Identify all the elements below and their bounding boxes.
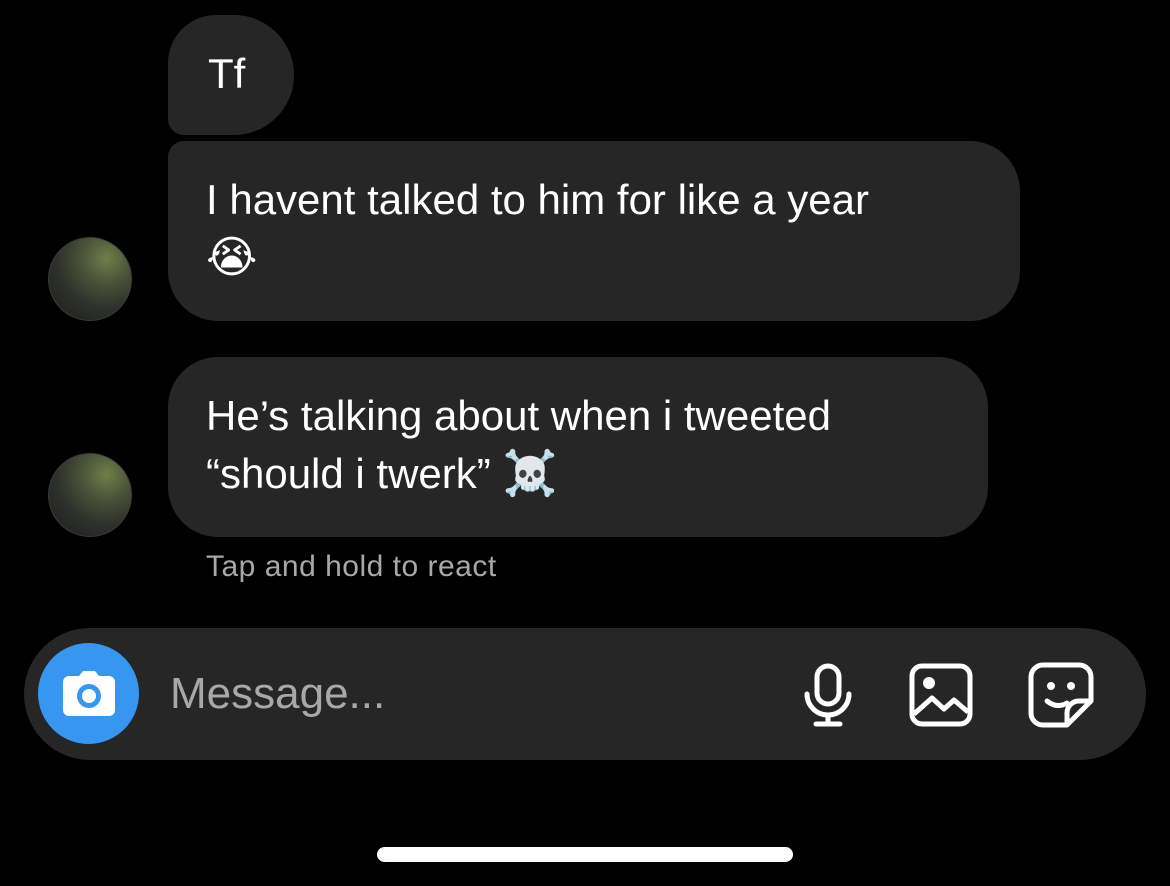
message-bubble[interactable]: He’s talking about when i tweeted “shoul… bbox=[168, 357, 988, 537]
home-indicator[interactable] bbox=[377, 847, 793, 862]
message-bubble[interactable]: I havent talked to him for like a year 😭 bbox=[168, 141, 1020, 321]
crying-face-emoji: 😭 bbox=[206, 232, 258, 283]
message-input[interactable] bbox=[170, 664, 770, 724]
microphone-icon bbox=[804, 663, 852, 727]
sticker-icon bbox=[1028, 662, 1094, 728]
camera-icon bbox=[62, 670, 115, 716]
gallery-icon bbox=[909, 663, 973, 727]
sticker-button[interactable] bbox=[1026, 660, 1096, 730]
message-composer bbox=[24, 628, 1146, 760]
message-bubble[interactable]: Tf bbox=[168, 15, 294, 135]
voice-message-button[interactable] bbox=[793, 660, 863, 730]
message-text-line-2: “should i twerk” ☠️ bbox=[206, 445, 958, 503]
tap-hold-hint: Tap and hold to react bbox=[206, 550, 497, 583]
skull-emoji: ☠️ bbox=[502, 448, 558, 499]
message-text: He’s talking about when i tweeted bbox=[206, 392, 831, 439]
message-text: Tf bbox=[208, 50, 246, 97]
avatar[interactable] bbox=[48, 237, 132, 321]
avatar[interactable] bbox=[48, 453, 132, 537]
gallery-button[interactable] bbox=[906, 660, 976, 730]
message-text: I havent talked to him for like a year bbox=[206, 176, 869, 223]
camera-button[interactable] bbox=[38, 643, 139, 744]
message-quote: “should i twerk” bbox=[206, 450, 491, 497]
